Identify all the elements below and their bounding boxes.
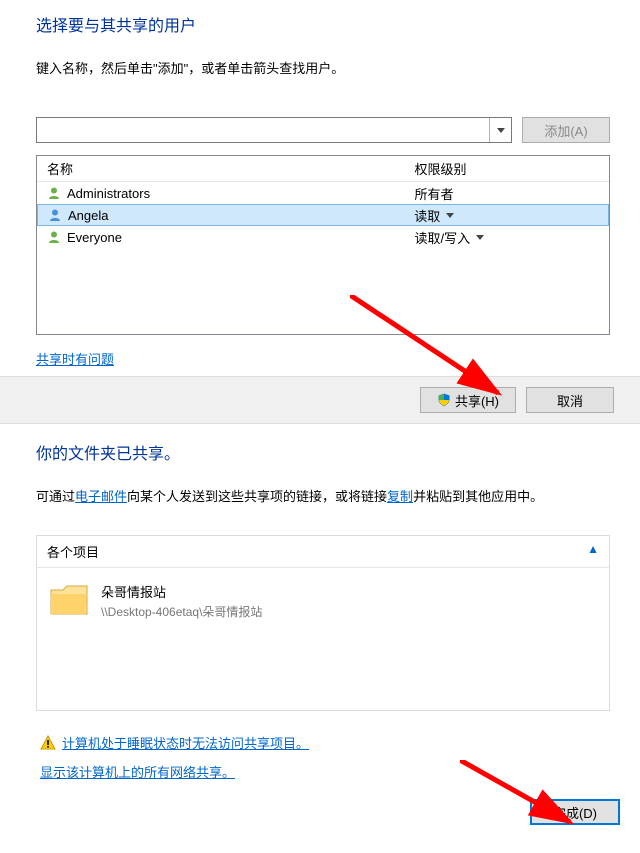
chevron-down-icon[interactable] xyxy=(476,235,484,240)
group-icon xyxy=(47,186,61,200)
show-all-shares-link[interactable]: 显示该计算机上的所有网络共享。 xyxy=(40,765,235,780)
warning-icon xyxy=(40,735,56,751)
item-path: \\Desktop-406etaq\朵哥情报站 xyxy=(101,603,262,620)
chevron-down-icon[interactable] xyxy=(489,118,511,142)
panel2-desc: 可通过电子邮件向某个人发送到这些共享项的链接，或将链接复制并粘贴到其他应用中。 xyxy=(36,486,610,505)
user-icon xyxy=(48,208,62,222)
table-row[interactable]: Angela 读取 xyxy=(37,204,609,226)
red-arrow-2 xyxy=(460,760,620,850)
red-arrow-1 xyxy=(350,295,530,425)
user-combo[interactable] xyxy=(36,117,512,143)
row-name: Administrators xyxy=(67,186,150,201)
table-row[interactable]: Administrators 所有者 xyxy=(37,182,609,204)
column-perm[interactable]: 权限级别 xyxy=(415,159,609,178)
copy-link[interactable]: 复制 xyxy=(387,489,413,504)
panel1-desc: 键入名称，然后单击"添加"，或者单击箭头查找用户。 xyxy=(36,58,610,77)
row-name: Everyone xyxy=(67,230,122,245)
panel1-title: 选择要与其共享的用户 xyxy=(36,12,610,36)
user-input[interactable] xyxy=(37,118,489,142)
row-name: Angela xyxy=(68,208,108,223)
email-link[interactable]: 电子邮件 xyxy=(75,489,127,504)
item-name: 朵哥情报站 xyxy=(101,582,262,601)
collapse-caret-icon[interactable]: ▲ xyxy=(587,542,599,561)
row-perm: 读取/写入 xyxy=(415,228,471,247)
chevron-down-icon[interactable] xyxy=(446,213,454,218)
row-perm: 所有者 xyxy=(415,184,454,203)
add-button: 添加(A) xyxy=(522,117,610,143)
items-label: 各个项目 xyxy=(47,542,99,561)
panel2-title: 你的文件夹已共享。 xyxy=(36,440,610,464)
help-link[interactable]: 共享时有问题 xyxy=(36,352,114,367)
folder-icon xyxy=(49,582,89,618)
cancel-button[interactable]: 取消 xyxy=(526,387,614,413)
column-name[interactable]: 名称 xyxy=(37,159,415,178)
sleep-warning-link[interactable]: 计算机处于睡眠状态时无法访问共享项目。 xyxy=(62,733,309,752)
items-box: 各个项目 ▲ 朵哥情报站 \\Desktop-406etaq\朵哥情报站 xyxy=(36,535,610,711)
row-perm: 读取 xyxy=(414,206,440,225)
group-icon xyxy=(47,230,61,244)
table-row[interactable]: Everyone 读取/写入 xyxy=(37,226,609,248)
